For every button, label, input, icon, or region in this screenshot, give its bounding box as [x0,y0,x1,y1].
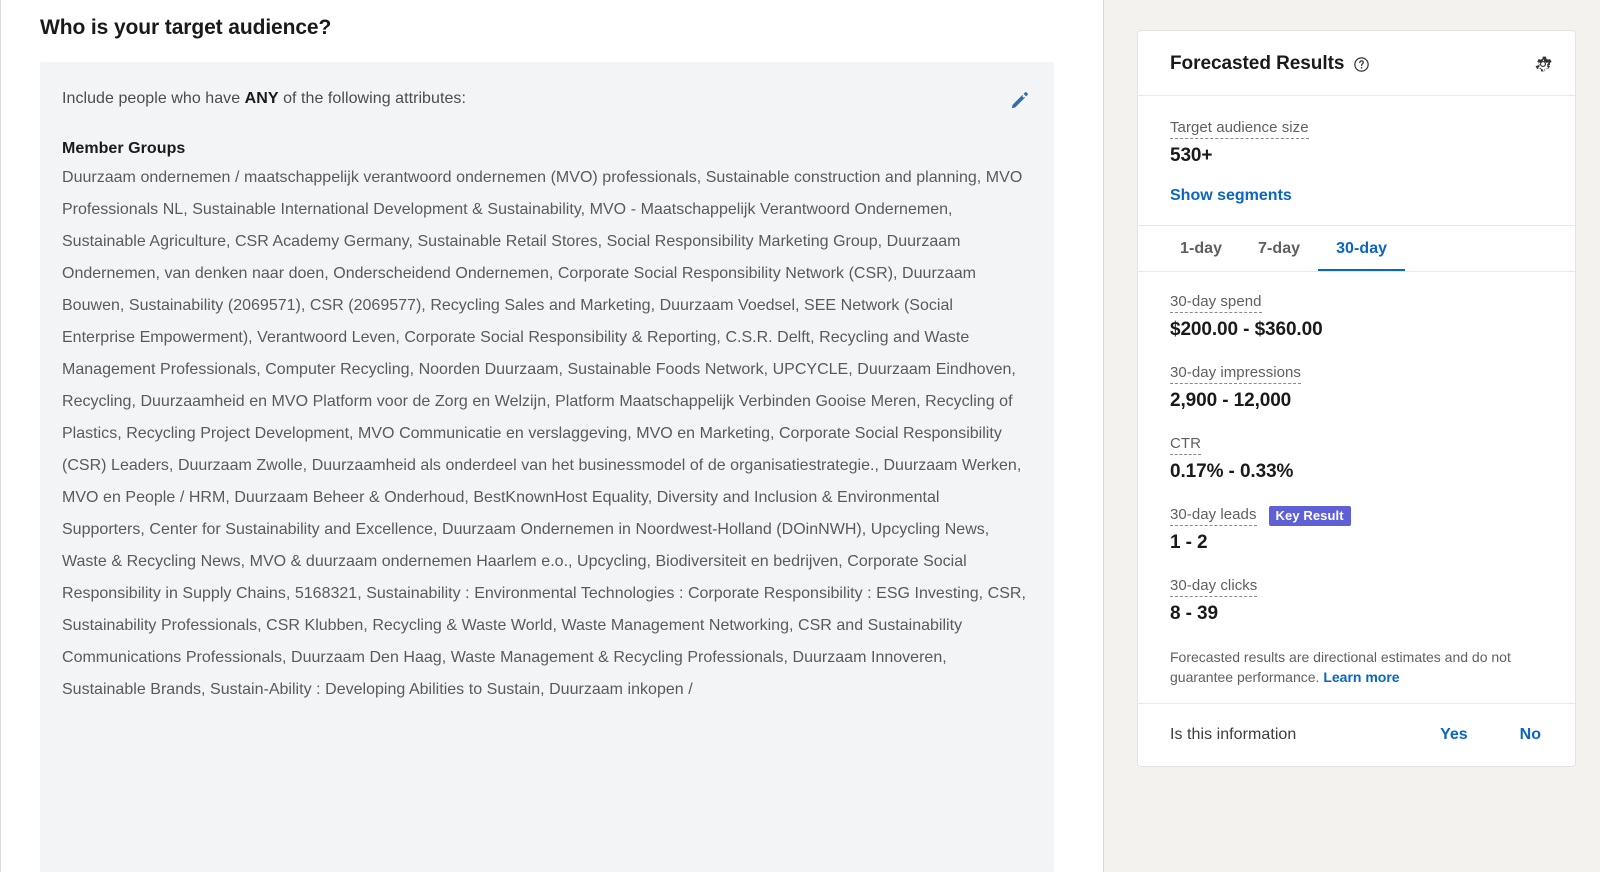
feedback-row: Is this information Yes No [1138,704,1575,766]
main-content-panel: Who is your target audience? Include peo… [0,0,1104,872]
forecast-range-tabs: 1-day 7-day 30-day [1138,226,1575,272]
metric-value-leads: 1 - 2 [1170,532,1208,553]
metric-value-ctr: 0.17% - 0.33% [1170,461,1294,482]
metric-row-impressions: 30-day impressions 2,900 - 12,000 [1170,363,1543,412]
metric-row-leads: 30-day leads Key Result 1 - 2 [1170,505,1543,554]
audience-attributes-box: Include people who have ANY of the follo… [40,62,1054,872]
metric-label-line: CTR [1170,434,1543,455]
metric-value-impressions: 2,900 - 12,000 [1170,390,1292,411]
feedback-question: Is this information [1170,726,1297,743]
include-suffix: of the following attributes: [278,90,466,107]
gear-icon-glyph [1535,56,1552,72]
target-audience-size-label[interactable]: Target audience size [1170,118,1309,139]
include-emphasis-any: ANY [244,90,279,107]
metric-label-line: 30-day spend [1170,292,1543,313]
include-prefix: Include people who have [62,90,245,107]
member-groups-heading: Member Groups [62,140,186,157]
forecast-title-wrap: Forecasted Results [1170,53,1370,75]
metric-row-spend: 30-day spend $200.00 - $360.00 [1170,292,1543,341]
forecast-metrics-list: 30-day spend $200.00 - $360.00 30-day im… [1138,272,1575,704]
include-attributes-line: Include people who have ANY of the follo… [62,88,1026,110]
metric-row-clicks: 30-day clicks 8 - 39 [1170,576,1543,625]
question-circle-icon-glyph [1354,56,1370,72]
forecast-title: Forecasted Results [1170,53,1345,74]
right-rail: Forecasted Results Target audience size … [1104,0,1599,872]
target-audience-size-value: 530+ [1170,145,1213,166]
metric-label-clicks[interactable]: 30-day clicks [1170,576,1258,597]
metric-label-line: 30-day clicks [1170,576,1543,597]
learn-more-link[interactable]: Learn more [1323,669,1399,685]
metric-label-line: 30-day impressions [1170,363,1543,384]
metric-value-clicks: 8 - 39 [1170,603,1218,624]
feedback-actions: Yes No [1440,726,1549,744]
metric-label-leads[interactable]: 30-day leads [1170,505,1257,526]
feedback-no-button[interactable]: No [1520,726,1541,744]
forecast-card-header: Forecasted Results [1138,31,1575,96]
forecast-disclaimer: Forecasted results are directional estim… [1170,647,1522,687]
audience-box-inner: Include people who have ANY of the follo… [40,62,1054,706]
feedback-yes-button[interactable]: Yes [1440,726,1468,744]
metric-label-ctr[interactable]: CTR [1170,434,1201,455]
gear-icon[interactable] [1533,54,1553,74]
tab-7-day[interactable]: 7-day [1240,226,1318,271]
pencil-icon-glyph [1011,92,1028,109]
question-circle-icon[interactable] [1353,56,1370,73]
member-groups-list: Duurzaam ondernemen / maatschappelijk ve… [62,169,1026,698]
metric-label-line: 30-day leads Key Result [1170,505,1543,526]
show-segments-link[interactable]: Show segments [1170,187,1292,205]
tab-1-day[interactable]: 1-day [1162,226,1240,271]
target-audience-block: Target audience size 530+ Show segments [1138,96,1575,226]
metric-row-ctr: CTR 0.17% - 0.33% [1170,434,1543,483]
page-title: Who is your target audience? [40,16,332,39]
forecasted-results-card: Forecasted Results Target audience size … [1137,30,1576,767]
key-result-badge: Key Result [1268,505,1351,526]
metric-label-spend[interactable]: 30-day spend [1170,292,1262,313]
metric-value-spend: $200.00 - $360.00 [1170,319,1323,340]
campaign-audience-screen: Who is your target audience? Include peo… [0,0,1600,872]
metric-label-impressions[interactable]: 30-day impressions [1170,363,1301,384]
pencil-icon[interactable] [1004,84,1036,116]
tab-30-day[interactable]: 30-day [1318,226,1406,271]
